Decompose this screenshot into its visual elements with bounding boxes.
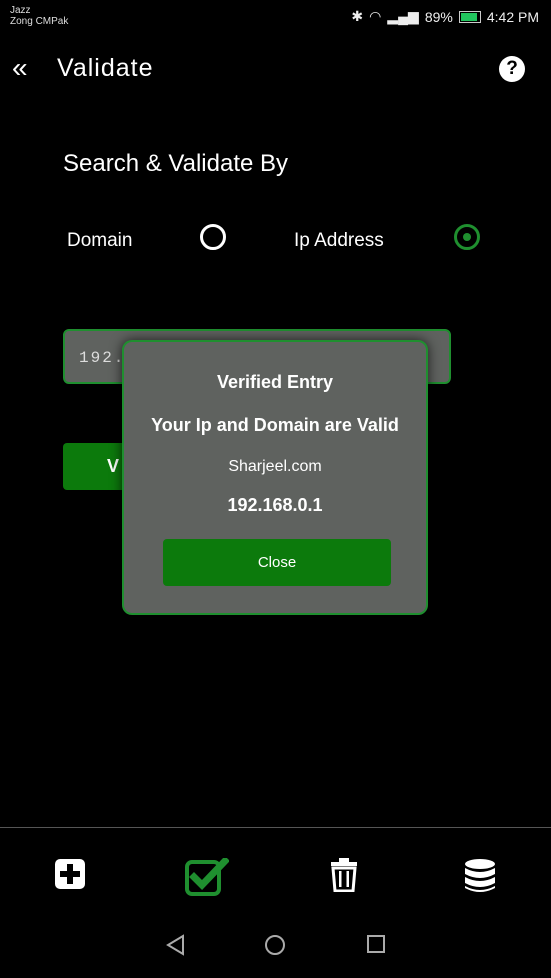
double-chevron-left-icon[interactable]: « — [12, 54, 28, 82]
carrier-line-2: Zong CMPak — [10, 16, 69, 27]
domain-option-label: Domain — [67, 230, 133, 251]
carrier-info: Jazz Zong CMPak — [10, 5, 68, 27]
dialog-title: Verified Entry — [216, 372, 334, 392]
signal-icon: ▂▄▆ — [387, 8, 419, 24]
clock: 4:42 PM — [486, 8, 539, 25]
battery-icon — [458, 10, 481, 23]
question-circle-icon[interactable]: ? — [499, 56, 525, 82]
page-title: Validate — [57, 54, 154, 82]
wifi-icon: ◠ — [369, 8, 382, 24]
app-screen: Jazz Zong CMPak ✱ ◠ ▂▄▆ 89% 4:42 PM « Va… — [0, 0, 551, 978]
verified-entry-dialog: Verified Entry Your Ip and Domain are Va… — [122, 340, 428, 615]
system-navigation — [0, 928, 551, 968]
app-header: « Validate ? — [0, 48, 551, 92]
status-icons: ✱ ◠ ▂▄▆ 89% 4:42 PM — [351, 8, 539, 25]
dialog-ip: 192.168.0.1 — [227, 495, 323, 515]
radio-selected-dot — [463, 233, 471, 241]
dialog-domain: Sharjeel.com — [228, 458, 322, 475]
validate-checkbox-icon[interactable] — [185, 858, 229, 896]
section-title: Search & Validate By — [63, 150, 289, 177]
domain-radio[interactable] — [200, 224, 226, 250]
bluetooth-icon: ✱ — [351, 8, 364, 24]
trash-icon[interactable] — [330, 858, 358, 892]
dialog-message: Your Ip and Domain are Valid — [151, 415, 399, 435]
back-triangle-icon[interactable] — [165, 934, 185, 956]
database-icon[interactable] — [464, 858, 496, 894]
bottom-nav — [0, 827, 551, 978]
add-icon[interactable] — [54, 858, 86, 890]
battery-percent: 89% — [424, 8, 453, 25]
ip-address-radio[interactable] — [454, 224, 480, 250]
ip-address-option-label: Ip Address — [294, 230, 384, 251]
carrier-line-1: Jazz — [10, 5, 31, 16]
close-button[interactable]: Close — [163, 539, 391, 586]
recents-square-icon[interactable] — [366, 934, 386, 954]
home-circle-icon[interactable] — [264, 934, 286, 956]
status-bar: Jazz Zong CMPak ✱ ◠ ▂▄▆ 89% 4:42 PM — [0, 0, 551, 36]
